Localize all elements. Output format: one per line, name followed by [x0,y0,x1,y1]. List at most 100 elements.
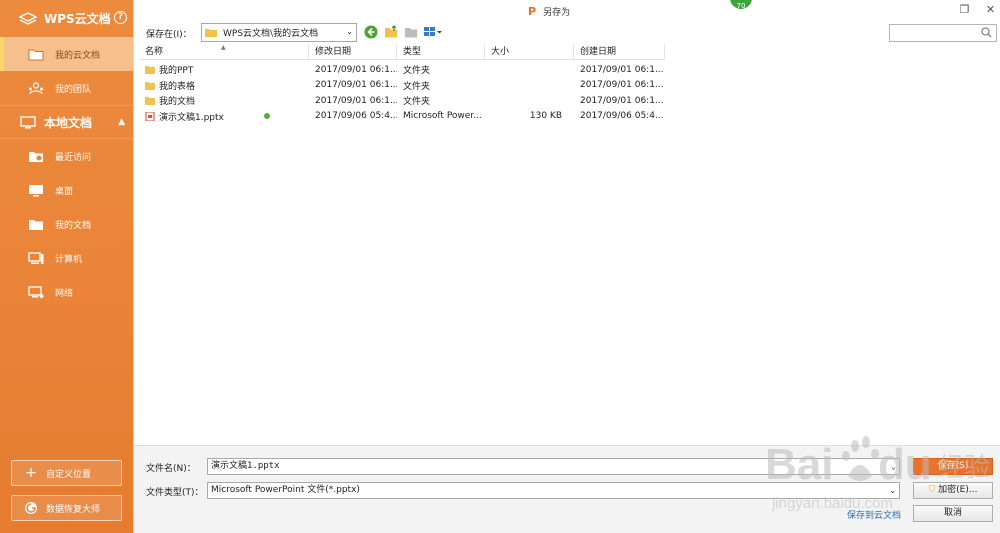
column-header-size[interactable]: 大小 [485,44,574,60]
filename-input[interactable]: 演示文稿1.pptx ⌄ [207,458,900,475]
sidebar-item-label: 我的文档 [55,220,92,231]
encrypt-button[interactable]: ⛉ 加密(E)... [913,482,993,499]
save-dialog: P 另存为 70 ❐ ✕ 保存在(I)： WPS云文档\我的云文档 ⌄ 名称 ▲… [133,0,1000,533]
sidebar-item-my-cloud-docs[interactable]: 我的云文档 [0,37,133,71]
plus-icon: + [25,465,37,481]
column-header-type[interactable]: 类型 [397,44,485,60]
file-size: 130 KB [529,111,562,122]
brand-title: WPS云文档 [44,12,111,26]
sidebar: WPS云文档 ? 我的云文档 我的团队 本地文档 ▲ 最近访问 桌面 我的文档 … [0,0,133,533]
column-header-created[interactable]: 创建日期 [574,44,665,60]
synced-status-icon [263,113,270,120]
filetype-value: Microsoft PowerPoint 文件(*.pptx) [211,485,360,495]
toolbar: 保存在(I)： WPS云文档\我的云文档 ⌄ [134,23,1000,42]
created-date: 2017/09/06 05:4... [580,111,664,122]
search-input[interactable] [889,24,997,42]
sidebar-item-label: 计算机 [55,254,83,265]
chevron-down-icon: ⌄ [346,27,353,36]
created-date: 2017/09/01 06:1... [580,64,664,75]
new-folder-icon[interactable] [404,25,418,39]
file-type: 文件夹 [403,66,431,77]
desktop-icon [29,184,43,196]
sidebar-section-local-docs[interactable]: 本地文档 ▲ [0,105,133,139]
back-icon[interactable] [364,25,378,39]
cancel-button[interactable]: 取消 [913,505,993,522]
folder-icon [145,97,155,106]
view-menu-icon[interactable] [423,25,443,39]
restore-icon[interactable]: ❐ [958,4,971,15]
file-name: 我的表格 [159,81,196,92]
sidebar-item-recent[interactable]: 最近访问 [0,139,133,173]
save-options-panel: 文件名(N)： 演示文稿1.pptx ⌄ 保存(S) 文件类型(T)： Micr… [134,445,1000,533]
sidebar-item-network[interactable]: 网络 [0,275,133,309]
pptx-file-icon [145,111,155,121]
modified-date: 2017/09/01 06:1... [315,95,397,106]
sidebar-item-desktop[interactable]: 桌面 [0,173,133,207]
local-docs-icon [20,115,36,128]
dialog-titlebar: P 另存为 70 ❐ ✕ [134,0,1000,22]
file-name: 我的PPT [159,66,194,77]
sidebar-item-my-team[interactable]: 我的团队 [0,71,133,105]
collapse-caret-icon[interactable]: ▲ [118,117,125,127]
list-item[interactable]: 我的PPT 2017/09/01 06:1... 文件夹 2017/09/01 … [139,62,679,78]
filename-value: 演示文稿1.pptx [211,461,280,471]
recent-icon [29,151,43,162]
data-recovery-button[interactable]: 数据恢复大师 [11,495,122,521]
column-headers: 名称 ▲ 修改日期 类型 大小 创建日期 [139,44,665,60]
file-type: 文件夹 [403,81,431,92]
data-recovery-label: 数据恢复大师 [46,504,101,515]
column-header-modified[interactable]: 修改日期 [309,44,397,60]
score-badge: 70 [729,0,753,10]
filetype-label: 文件类型(T)： [146,488,204,498]
sidebar-item-label: 桌面 [55,186,74,197]
file-type: Microsoft Power... [403,111,482,122]
dialog-title-text: 另存为 [543,8,571,18]
save-button[interactable]: 保存(S) [913,458,993,475]
file-type: 文件夹 [403,97,431,108]
save-in-path: WPS云文档\我的云文档 [223,29,319,39]
file-list: 我的PPT 2017/09/01 06:1... 文件夹 2017/09/01 … [139,62,679,124]
dialog-title: P 另存为 [528,5,570,18]
sidebar-header: WPS云文档 ? [0,0,133,37]
wps-presentation-icon: P [528,5,537,18]
modified-date: 2017/09/01 06:1... [315,64,397,75]
file-name: 我的文档 [159,97,196,108]
created-date: 2017/09/01 06:1... [580,80,664,91]
computer-icon [28,251,44,264]
documents-icon [29,219,43,230]
cloud-logo-icon [18,11,38,25]
sort-asc-icon: ▲ [221,44,226,51]
column-header-name[interactable]: 名称 ▲ [139,44,309,60]
file-name-cell: 我的文档 [139,94,309,107]
filetype-select[interactable]: Microsoft PowerPoint 文件(*.pptx) ⌄ [207,482,900,499]
modified-date: 2017/09/01 06:1... [315,80,397,91]
network-icon [28,285,44,298]
close-icon[interactable]: ✕ [984,4,997,15]
filename-label: 文件名(N)： [146,464,196,474]
shield-icon: ⛉ [928,485,936,495]
modified-date: 2017/09/06 05:4... [315,111,397,122]
file-name-cell: 我的表格 [139,79,309,92]
chevron-down-icon[interactable]: ⌄ [891,459,896,474]
list-item[interactable]: 演示文稿1.pptx 2017/09/06 05:4... Microsoft … [139,109,679,125]
sidebar-item-label: 网络 [55,288,74,299]
help-icon[interactable]: ? [114,11,127,24]
save-to-cloud-link[interactable]: 保存到云文档 [847,508,901,521]
file-name: 演示文稿1.pptx [159,112,224,123]
save-in-label: 保存在(I)： [146,30,192,40]
sidebar-item-computer[interactable]: 计算机 [0,241,133,275]
list-item[interactable]: 我的文档 2017/09/01 06:1... 文件夹 2017/09/01 0… [139,93,679,109]
sidebar-item-my-documents[interactable]: 我的文档 [0,207,133,241]
up-folder-icon[interactable] [384,25,398,39]
column-header-label: 名称 [145,47,164,57]
file-name-cell: 演示文稿1.pptx [139,110,309,123]
cloud-folder-icon [28,49,44,60]
recovery-icon [25,502,37,514]
list-item[interactable]: 我的表格 2017/09/01 06:1... 文件夹 2017/09/01 0… [139,78,679,94]
sidebar-item-label: 最近访问 [55,152,92,163]
sidebar-item-label: 我的团队 [55,84,92,95]
folder-icon [205,29,217,37]
custom-location-button[interactable]: + 自定义位置 [11,460,122,486]
custom-location-label: 自定义位置 [46,469,92,480]
search-icon [981,27,992,38]
